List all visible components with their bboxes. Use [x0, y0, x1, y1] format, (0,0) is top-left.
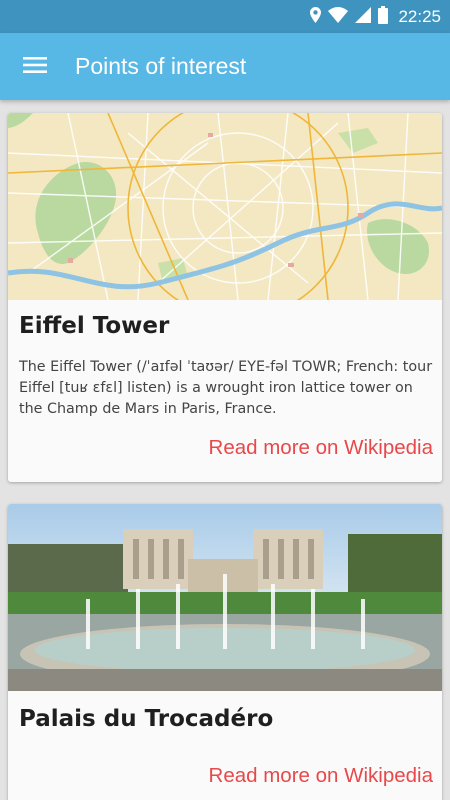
location-icon [310, 6, 322, 27]
poi-card-eiffel-tower: Eiffel Tower The Eiffel Tower (/ˈaɪfəl ˈ… [8, 113, 442, 482]
read-more-wikipedia-link[interactable]: Read more on Wikipedia [209, 764, 433, 788]
poi-card-palais-du-trocadero: Palais du Trocadéro Read more on Wikiped… [8, 504, 442, 800]
app-bar: Points of interest [0, 33, 450, 100]
status-time: 22:25 [398, 6, 441, 26]
poi-list[interactable]: Eiffel Tower The Eiffel Tower (/ˈaɪfəl ˈ… [0, 100, 450, 800]
page-title: Points of interest [75, 53, 247, 79]
palais-du-trocadero-photo [8, 504, 442, 691]
hamburger-menu-icon [23, 56, 47, 78]
card-title: Palais du Trocadéro [19, 706, 274, 732]
map-of-paris-image [8, 113, 442, 300]
signal-icon [355, 6, 372, 27]
card-description: The Eiffel Tower (/ˈaɪfəl ˈtaʊər/ EYE-fə… [19, 359, 433, 417]
status-bar: 22:25 [0, 0, 450, 33]
card-title: Eiffel Tower [19, 313, 170, 339]
wifi-icon [328, 6, 349, 27]
menu-button[interactable] [0, 33, 70, 100]
battery-icon [378, 5, 389, 28]
read-more-wikipedia-link[interactable]: Read more on Wikipedia [209, 436, 433, 460]
